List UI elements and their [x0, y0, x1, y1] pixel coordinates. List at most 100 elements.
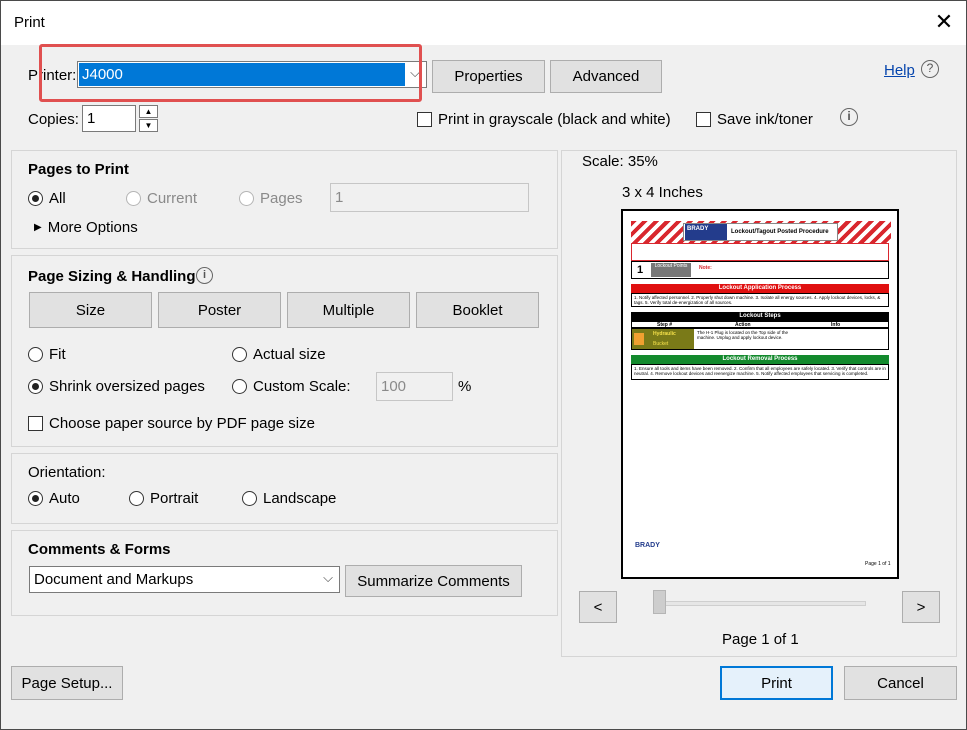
brady-brand: BRADY [687, 226, 709, 232]
copies-up-icon[interactable]: ▲ [139, 105, 158, 118]
save-ink-checkbox[interactable]: Save ink/toner [696, 111, 813, 128]
step-sub: Bucket [653, 341, 669, 347]
help-link[interactable]: Help [884, 62, 915, 79]
preview-page: BRADY Lockout/Tagout Posted Procedure 1 … [621, 209, 899, 579]
triangle-right-icon: ▶ [34, 222, 42, 233]
auto-orientation-radio[interactable]: Auto [28, 490, 80, 507]
page-setup-button[interactable]: Page Setup... [11, 666, 123, 700]
copies-input[interactable]: 1 [82, 105, 136, 132]
radio-circle[interactable] [242, 491, 257, 506]
size-tab-label: Size [75, 301, 106, 319]
footer-brand: BRADY [635, 542, 660, 549]
comments-forms-title: Comments & Forms [28, 541, 171, 558]
print-label: Print [761, 674, 792, 692]
pages-range-input[interactable]: 1 [330, 183, 529, 212]
previous-label: < [593, 598, 603, 616]
copies-down-icon[interactable]: ▼ [139, 119, 158, 132]
application-header: Lockout Application Process [631, 284, 889, 293]
pages-radio[interactable]: Pages [239, 190, 303, 207]
info-icon[interactable]: i [196, 267, 213, 284]
next-page-button[interactable]: > [902, 591, 940, 623]
print-button[interactable]: Print [720, 666, 833, 700]
removal-header: Lockout Removal Process [631, 355, 889, 364]
poster-tab-label: Poster [197, 301, 242, 319]
properties-label: Properties [454, 68, 523, 85]
shrink-oversized-radio[interactable]: Shrink oversized pages [28, 378, 205, 395]
step-energy: Hydraulic [653, 331, 676, 337]
save-ink-label: Save ink/toner [717, 111, 813, 128]
comments-selected-value: Document and Markups [34, 571, 194, 588]
lockout-number: 1 [636, 264, 644, 276]
copies-value: 1 [87, 110, 96, 127]
removal-text: 1. Ensure all tools and items have been … [631, 364, 889, 380]
info-icon[interactable]: i [840, 108, 858, 126]
all-pages-radio[interactable]: All [28, 190, 66, 207]
summarize-comments-button[interactable]: Summarize Comments [345, 565, 522, 597]
custom-scale-radio[interactable]: Custom Scale: [232, 378, 351, 395]
chevron-down-icon[interactable]: ⌵ [323, 570, 333, 586]
advanced-button[interactable]: Advanced [550, 60, 662, 93]
grayscale-checkbox[interactable]: Print in grayscale (black and white) [417, 111, 671, 128]
portrait-radio[interactable]: Portrait [129, 490, 198, 507]
properties-button[interactable]: Properties [432, 60, 545, 93]
actual-size-label: Actual size [253, 346, 326, 363]
checkbox-box[interactable] [28, 416, 43, 431]
booklet-tab-button[interactable]: Booklet [416, 292, 539, 328]
custom-scale-input[interactable]: 100 [376, 372, 453, 401]
page-sizing-title: Page Sizing & Handling [28, 268, 196, 285]
help-icon[interactable]: ? [921, 60, 939, 78]
fit-radio[interactable]: Fit [28, 346, 66, 363]
custom-scale-value: 100 [381, 378, 407, 395]
previous-page-button[interactable]: < [579, 591, 617, 623]
lockout-points-label: Lockout Points [654, 263, 688, 269]
radio-circle[interactable] [28, 491, 43, 506]
chevron-down-icon[interactable]: ⌵ [410, 65, 420, 81]
actual-size-radio[interactable]: Actual size [232, 346, 326, 363]
checkbox-box[interactable] [417, 112, 432, 127]
radio-circle[interactable] [232, 379, 247, 394]
poster-tab-button[interactable]: Poster [158, 292, 281, 328]
portrait-label: Portrait [150, 490, 199, 507]
cancel-button[interactable]: Cancel [844, 666, 957, 700]
printer-select[interactable]: J4000 ⌵ [77, 61, 427, 88]
radio-circle[interactable] [232, 347, 247, 362]
radio-circle[interactable] [129, 491, 144, 506]
page-info: Page 1 of 1 [722, 631, 799, 648]
next-label: > [916, 598, 926, 616]
checkbox-box[interactable] [696, 112, 711, 127]
radio-circle[interactable] [28, 191, 43, 206]
page-setup-label: Page Setup... [21, 674, 113, 692]
grayscale-label: Print in grayscale (black and white) [438, 111, 671, 128]
size-tab-button[interactable]: Size [29, 292, 152, 328]
page-slider-track[interactable] [656, 601, 866, 606]
notes-label: Note: [699, 265, 712, 271]
doc-header-title: Lockout/Tagout Posted Procedure [731, 229, 829, 235]
radio-circle[interactable] [28, 379, 43, 394]
close-icon[interactable]: ✕ [929, 7, 959, 37]
advanced-label: Advanced [572, 68, 640, 85]
paper-source-checkbox[interactable]: Choose paper source by PDF page size [28, 415, 315, 432]
page-slider-thumb[interactable] [653, 590, 666, 614]
radio-circle[interactable] [28, 347, 43, 362]
multiple-tab-button[interactable]: Multiple [287, 292, 410, 328]
pages-range-value: 1 [335, 189, 344, 206]
info-table [631, 243, 889, 261]
title-bar: Print ✕ [1, 1, 966, 45]
landscape-radio[interactable]: Landscape [242, 490, 336, 507]
radio-circle[interactable] [126, 191, 141, 206]
printer-label: Printer: [28, 67, 77, 84]
all-label: All [49, 190, 66, 207]
current-page-radio[interactable]: Current [126, 190, 197, 207]
scale-label: Scale: 35% [582, 153, 658, 170]
percent-sign: % [458, 378, 472, 395]
brady-logo: BRADY [685, 224, 727, 240]
printer-selected-value: J4000 [79, 63, 405, 86]
comments-forms-select[interactable]: Document and Markups ⌵ [29, 566, 340, 593]
cancel-label: Cancel [877, 674, 924, 692]
radio-circle[interactable] [239, 191, 254, 206]
hydraulic-icon [634, 333, 644, 345]
step-action: The H-1 Plug is located on the Top side … [697, 330, 788, 340]
more-options-toggle[interactable]: ▶ More Options [34, 219, 138, 236]
print-dialog: Print ✕ Printer: J4000 ⌵ Properties Adva… [0, 0, 967, 730]
orientation-title: Orientation: [28, 464, 106, 481]
